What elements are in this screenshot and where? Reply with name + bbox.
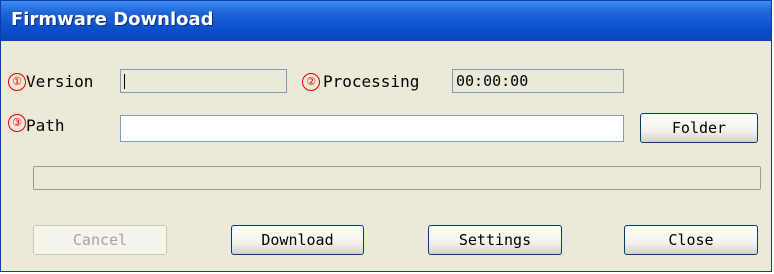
settings-button[interactable]: Settings <box>428 225 562 255</box>
firmware-download-dialog: Firmware Download ① Version ② Processing… <box>0 0 772 272</box>
processing-field: 00:00:00 <box>452 69 624 93</box>
version-label: Version <box>26 72 94 91</box>
marker-2-icon: ② <box>302 73 320 91</box>
path-input[interactable] <box>120 115 624 142</box>
cancel-button[interactable]: Cancel <box>33 225 167 255</box>
marker-3-icon: ③ <box>8 114 26 132</box>
window-title: Firmware Download <box>11 9 214 30</box>
close-button[interactable]: Close <box>624 225 758 255</box>
title-bar[interactable]: Firmware Download <box>1 1 771 41</box>
processing-label: Processing <box>323 72 420 91</box>
download-progress-bar <box>33 166 761 190</box>
download-button[interactable]: Download <box>231 225 364 255</box>
path-label: Path <box>26 116 65 135</box>
folder-button[interactable]: Folder <box>640 113 758 143</box>
marker-1-icon: ① <box>8 73 26 91</box>
processing-value: 00:00:00 <box>456 72 529 90</box>
text-caret <box>124 74 125 89</box>
version-field <box>120 69 287 93</box>
